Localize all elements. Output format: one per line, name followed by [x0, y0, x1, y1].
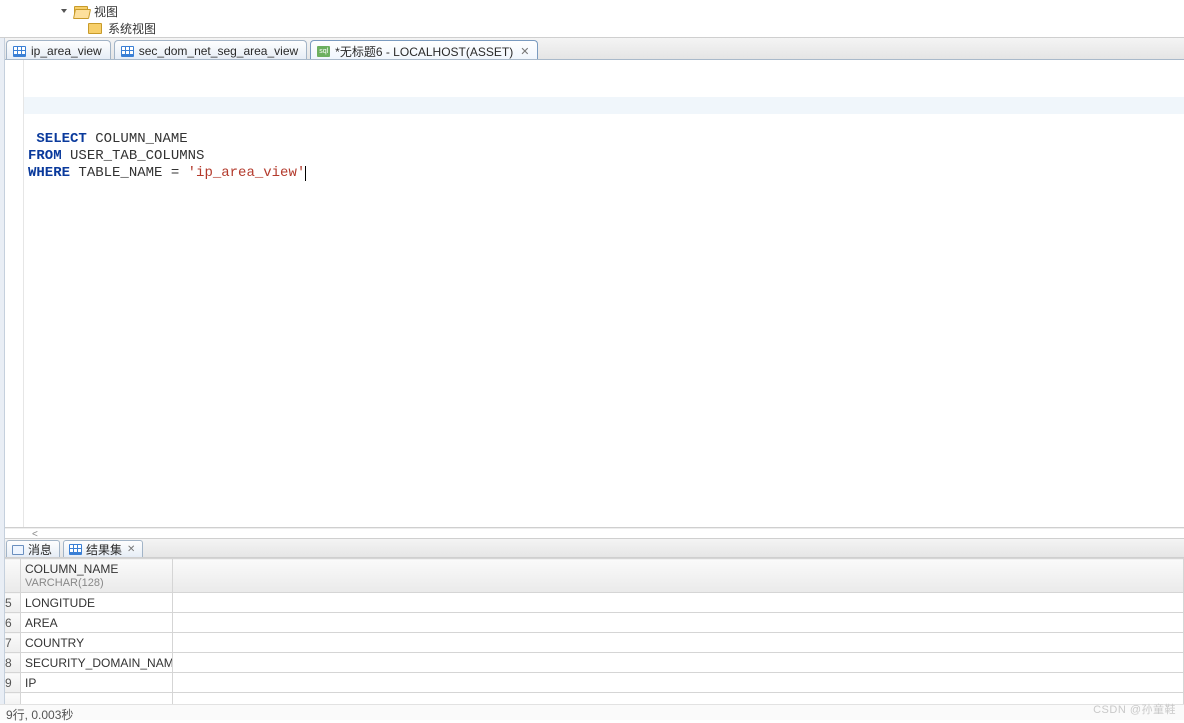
- result-tab-messages[interactable]: 消息: [6, 540, 60, 557]
- table-icon: [13, 46, 26, 57]
- sql-editor[interactable]: SELECT COLUMN_NAME FROM USER_TAB_COLUMNS…: [0, 60, 1184, 528]
- tree-node-views[interactable]: 视图: [60, 3, 1184, 20]
- sql-text: COLUMN_NAME: [87, 131, 188, 147]
- cell-empty: [173, 653, 1184, 673]
- editor-tab-label: *无标题6 - LOCALHOST(ASSET): [335, 43, 513, 60]
- result-tab-label: 结果集: [86, 541, 122, 558]
- editor-text-area[interactable]: SELECT COLUMN_NAME FROM USER_TAB_COLUMNS…: [24, 60, 1184, 527]
- result-tabbar: 消息 结果集 ✕: [0, 538, 1184, 558]
- cell-empty: [173, 633, 1184, 653]
- table-icon: [121, 46, 134, 57]
- tree-node-label: 视图: [94, 3, 118, 20]
- sql-keyword-from: FROM: [28, 148, 62, 164]
- column-header-empty: [173, 559, 1184, 593]
- table-row[interactable]: 8 SECURITY_DOMAIN_NAME: [1, 653, 1184, 673]
- table-row[interactable]: 5 LONGITUDE: [1, 593, 1184, 613]
- cell-empty: [173, 673, 1184, 693]
- editor-tab-untitled6[interactable]: sql *无标题6 - LOCALHOST(ASSET) ✕: [310, 40, 538, 59]
- folder-icon: [88, 23, 102, 34]
- results-panel: COLUMN_NAME VARCHAR(128) 5 LONGITUDE 6 A…: [0, 558, 1184, 714]
- cell-empty: [173, 613, 1184, 633]
- close-icon[interactable]: ✕: [520, 45, 529, 58]
- editor-tab-sec-dom-net-seg[interactable]: sec_dom_net_seg_area_view: [114, 40, 307, 59]
- left-panel-edge: [0, 38, 5, 720]
- cell-column-name[interactable]: SECURITY_DOMAIN_NAME: [21, 653, 173, 673]
- editor-tab-label: sec_dom_net_seg_area_view: [139, 44, 298, 58]
- editor-tab-ip-area-view[interactable]: ip_area_view: [6, 40, 111, 59]
- column-header-label: COLUMN_NAME: [25, 562, 168, 576]
- cell-column-name[interactable]: AREA: [21, 613, 173, 633]
- table-row[interactable]: 7 COUNTRY: [1, 633, 1184, 653]
- text-caret: [305, 166, 306, 181]
- current-line-highlight: [24, 97, 1184, 114]
- result-tab-grid[interactable]: 结果集 ✕: [63, 540, 143, 557]
- h-scroll-left-indicator[interactable]: <: [0, 528, 1184, 538]
- column-header-type: VARCHAR(128): [25, 577, 168, 589]
- editor-tabbar: ip_area_view sec_dom_net_seg_area_view s…: [0, 38, 1184, 60]
- cell-column-name[interactable]: LONGITUDE: [21, 593, 173, 613]
- tree-node-system-views[interactable]: 系统视图: [60, 20, 1184, 37]
- table-row[interactable]: 9 IP: [1, 673, 1184, 693]
- result-tab-label: 消息: [28, 541, 52, 558]
- close-icon[interactable]: ✕: [127, 544, 135, 555]
- sql-text: TABLE_NAME =: [70, 165, 188, 181]
- cell-column-name[interactable]: COUNTRY: [21, 633, 173, 653]
- column-header-column-name[interactable]: COLUMN_NAME VARCHAR(128): [21, 559, 173, 593]
- table-row[interactable]: 6 AREA: [1, 613, 1184, 633]
- object-tree: 视图 系统视图: [0, 0, 1184, 38]
- editor-tab-label: ip_area_view: [31, 44, 102, 58]
- sql-keyword-where: WHERE: [28, 165, 70, 181]
- status-bar: 9行, 0.003秒: [0, 704, 1184, 720]
- sql-text: USER_TAB_COLUMNS: [62, 148, 205, 164]
- results-grid[interactable]: COLUMN_NAME VARCHAR(128) 5 LONGITUDE 6 A…: [0, 558, 1184, 713]
- table-icon: [69, 544, 82, 555]
- message-icon: [12, 545, 24, 555]
- sql-string-literal: 'ip_area_view': [188, 165, 306, 181]
- cell-empty: [173, 593, 1184, 613]
- sql-keyword-select: SELECT: [36, 131, 86, 147]
- tree-node-label: 系统视图: [108, 20, 156, 37]
- chevron-down-icon[interactable]: [60, 7, 70, 17]
- cell-column-name[interactable]: IP: [21, 673, 173, 693]
- sql-icon: sql: [317, 46, 330, 57]
- folder-open-icon: [74, 6, 88, 17]
